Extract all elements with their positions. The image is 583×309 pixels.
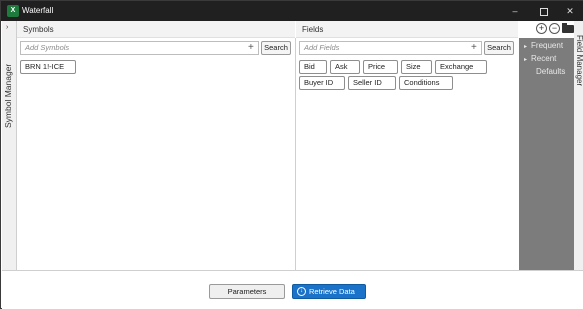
add-fields-input[interactable]: Add Fields	[299, 41, 482, 55]
field-manager-rail[interactable]: Field Manager	[574, 21, 583, 270]
remove-circle-icon[interactable]: −	[549, 23, 560, 34]
field-chip-seller-id[interactable]: Seller ID	[348, 76, 396, 90]
expand-arrow-icon[interactable]: ›	[6, 24, 8, 31]
field-manager-item-label: Recent	[531, 54, 557, 63]
add-symbols-input[interactable]: Add Symbols	[20, 41, 259, 55]
field-chip-conditions[interactable]: Conditions	[399, 76, 453, 90]
field-manager-tab[interactable]: Field Manager	[574, 35, 583, 86]
retrieve-data-label: Retrieve Data	[309, 287, 355, 296]
field-chip-exchange[interactable]: Exchange	[435, 60, 487, 74]
field-chip-ask[interactable]: Ask	[330, 60, 360, 74]
field-manager-panel: ▸ Frequent ▸ Recent Defaults	[519, 38, 574, 270]
field-chip-size[interactable]: Size	[401, 60, 432, 74]
symbol-chip[interactable]: BRN 1!-ICE	[20, 60, 76, 74]
close-button[interactable]: ✕	[556, 1, 583, 21]
symbols-search-button[interactable]: Search	[261, 41, 291, 55]
excel-app-icon: X	[7, 5, 19, 17]
download-icon: ↓	[297, 287, 306, 296]
symbol-manager-rail[interactable]: › Symbol Manager	[2, 21, 17, 270]
field-manager-item-frequent[interactable]: ▸ Frequent	[524, 41, 563, 50]
field-manager-item-defaults[interactable]: Defaults	[536, 67, 565, 76]
expand-triangle-icon: ▸	[524, 44, 528, 50]
symbol-manager-tab[interactable]: Symbol Manager	[3, 56, 15, 136]
title-bar[interactable]: X Waterfall – ✕	[1, 1, 583, 21]
footer-bar: Parameters ↓ Retrieve Data	[2, 270, 583, 309]
window-title: Waterfall	[22, 6, 54, 15]
field-manager-item-recent[interactable]: ▸ Recent	[524, 54, 556, 63]
add-field-plus-icon[interactable]: +	[471, 42, 477, 54]
add-symbol-plus-icon[interactable]: +	[248, 42, 254, 54]
field-chip-price[interactable]: Price	[363, 60, 398, 74]
symbols-header: Symbols	[17, 21, 295, 38]
expand-triangle-icon: ▸	[524, 57, 528, 63]
maximize-icon	[540, 7, 548, 16]
minimize-button[interactable]: –	[501, 1, 529, 21]
add-circle-icon[interactable]: +	[536, 23, 547, 34]
field-chip-bid[interactable]: Bid	[299, 60, 327, 74]
fields-search-button[interactable]: Search	[484, 41, 514, 55]
waterfall-window: X Waterfall – ✕ › Symbol Manager Symbols…	[0, 0, 583, 309]
retrieve-data-button[interactable]: ↓ Retrieve Data	[292, 284, 366, 299]
panel-divider[interactable]	[295, 38, 296, 270]
field-chip-buyer-id[interactable]: Buyer ID	[299, 76, 345, 90]
maximize-button[interactable]	[530, 1, 558, 21]
folder-icon[interactable]	[562, 23, 574, 33]
parameters-button[interactable]: Parameters	[209, 284, 285, 299]
field-manager-item-label: Frequent	[531, 41, 564, 50]
fields-header: Fields	[296, 21, 518, 38]
